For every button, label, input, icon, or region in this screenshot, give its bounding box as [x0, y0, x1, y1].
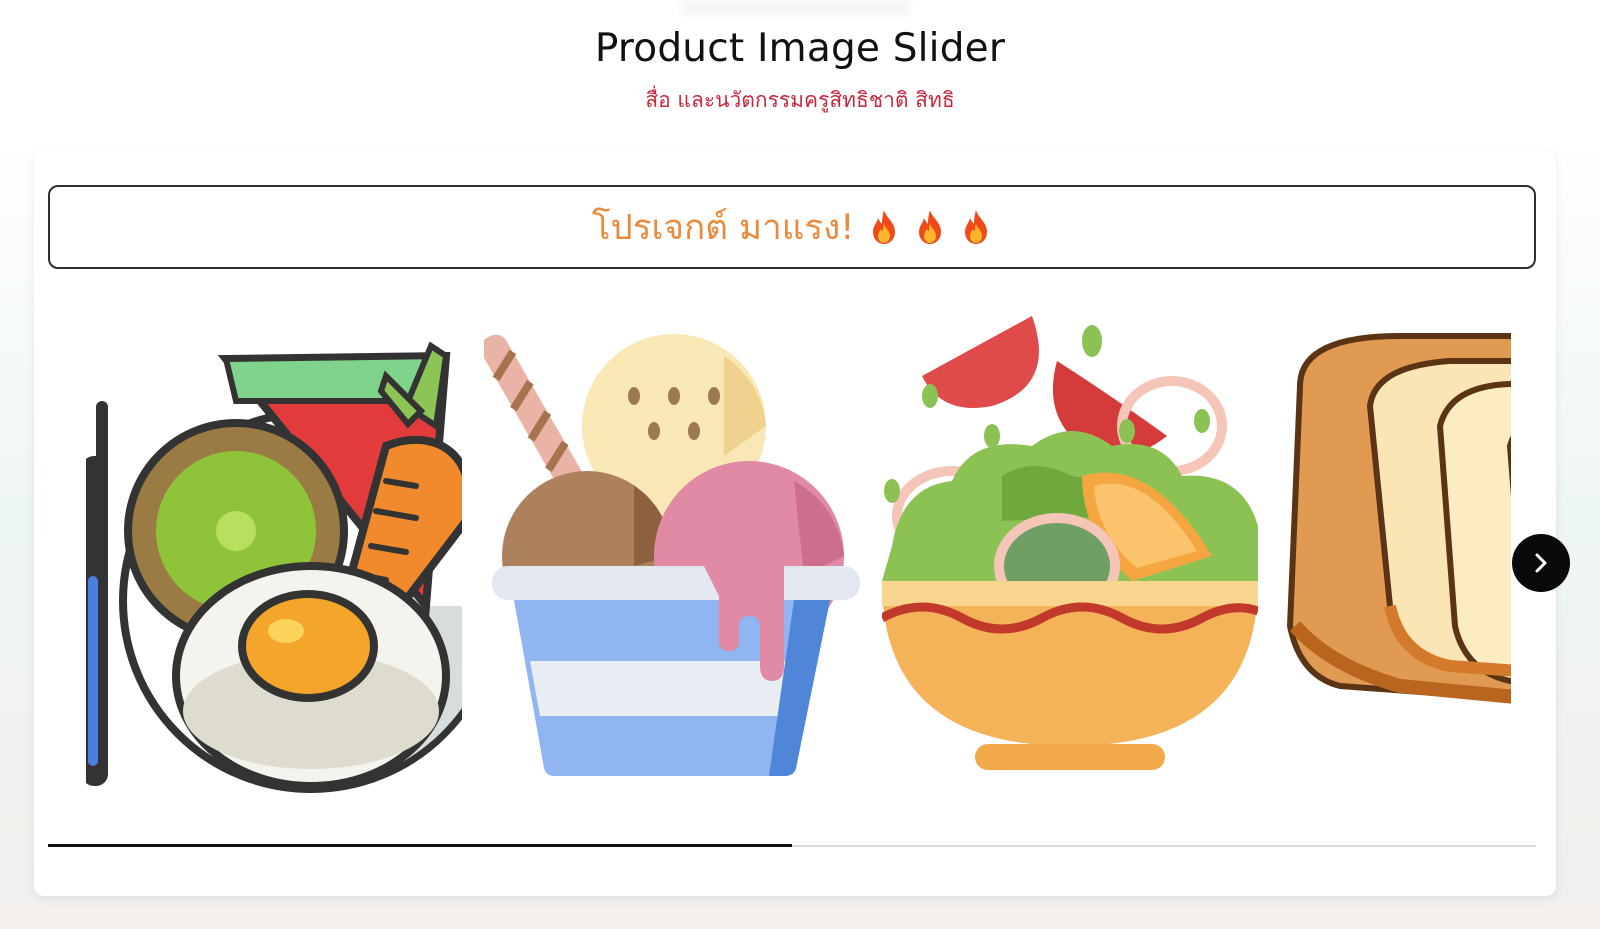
salad-bowl-icon[interactable] [882, 306, 1258, 796]
slider-card: โปรเจกต์ มาแรง! [34, 151, 1570, 896]
slider-progress-track [48, 844, 1536, 847]
plate-with-egg-carrot-icon[interactable] [86, 306, 462, 796]
next-slide-button[interactable] [1512, 534, 1570, 592]
chevron-right-icon [1535, 553, 1547, 573]
fire-icon [919, 210, 942, 244]
fire-icon [965, 210, 988, 244]
banner-text: โปรเจกต์ มาแรง! [591, 207, 855, 248]
bread-loaf-icon[interactable] [1280, 306, 1511, 796]
ice-cream-cup-icon[interactable] [484, 306, 860, 796]
top-faded-element [680, 0, 910, 18]
hot-projects-banner: โปรเจกต์ มาแรง! [48, 185, 1536, 269]
page-title: Product Image Slider [594, 26, 1006, 71]
fire-icon [873, 210, 896, 244]
slider-progress-fill [48, 844, 792, 847]
slider-viewport[interactable] [86, 306, 1511, 796]
page-subtitle: สื่อ และนวัตกรรมครูสิทธิชาติ สิทธิ [645, 88, 955, 112]
